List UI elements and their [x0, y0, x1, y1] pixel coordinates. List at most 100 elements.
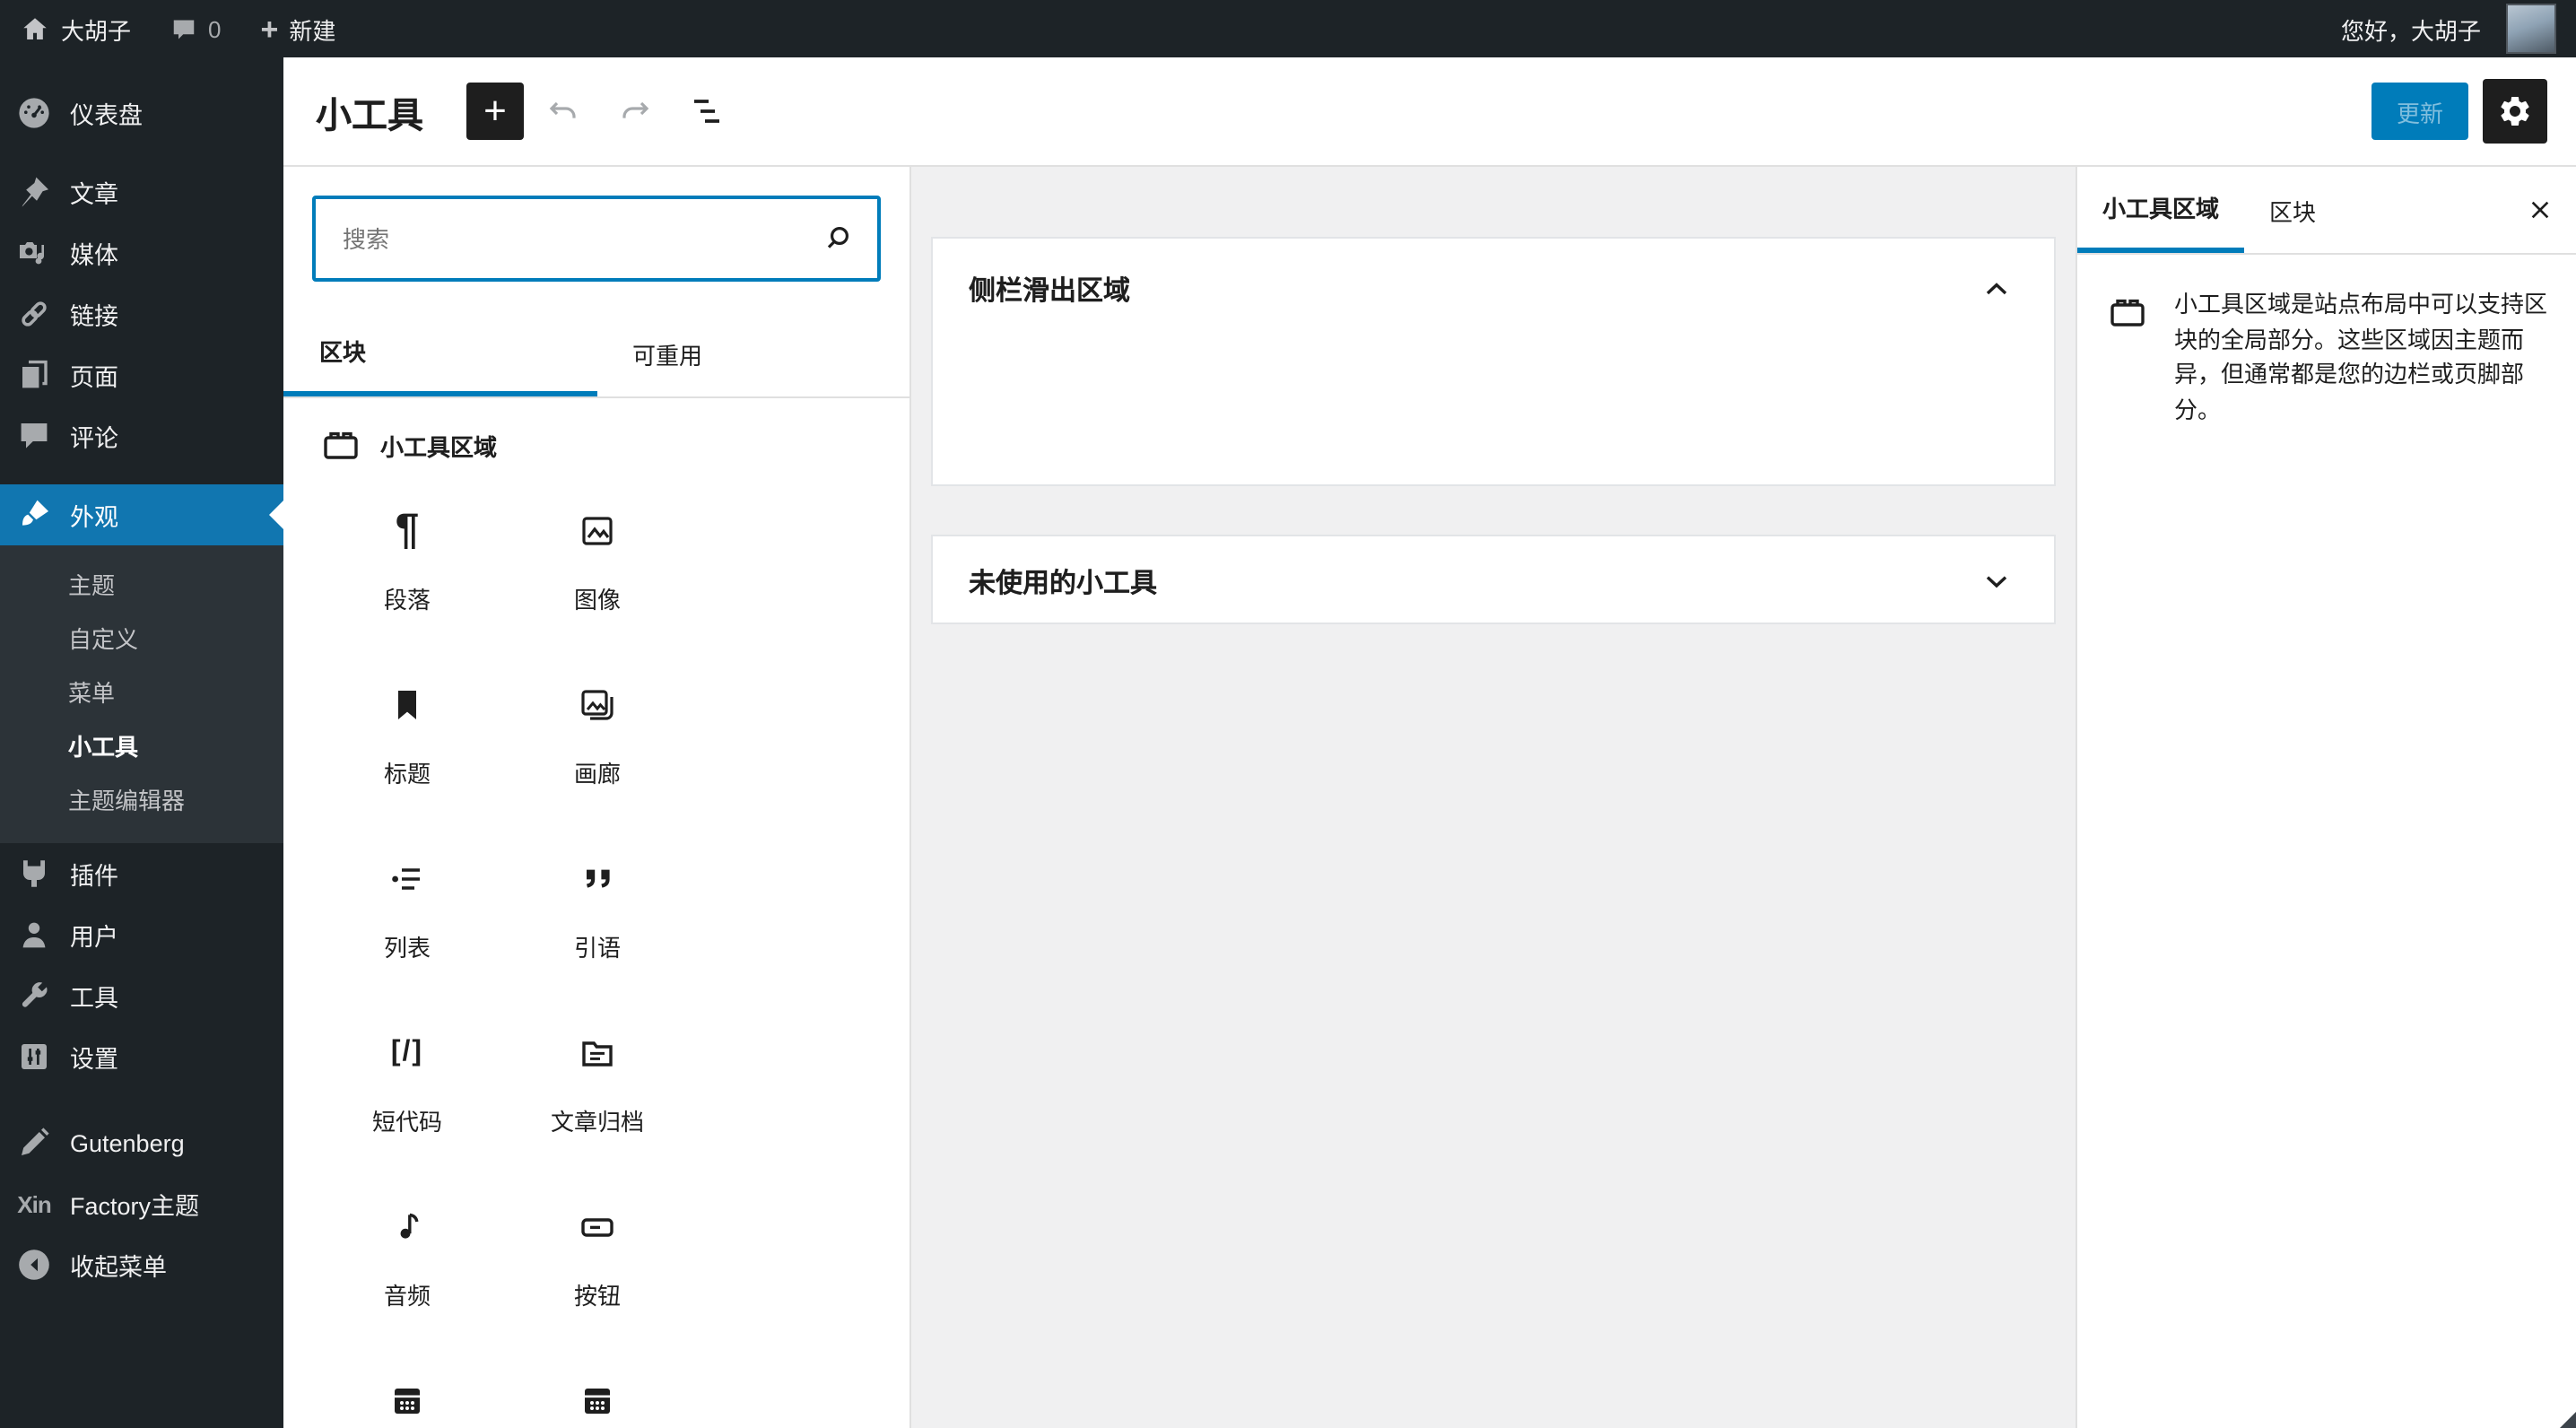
widget-area-header[interactable]: 未使用的小工具: [933, 536, 2054, 626]
greeting-text: 您好，大胡子: [2340, 17, 2481, 44]
settings-sidebar: 小工具区域 区块 小工具区域是站点布局中可以支持区块的全局部分。这些区域因主题而…: [2076, 167, 2576, 1428]
comment-bubble-icon: [170, 15, 197, 42]
plus-icon: +: [260, 12, 279, 46]
sidebar-item-xin-factory-theme[interactable]: Xin Factory主题: [0, 1173, 283, 1234]
admin-bar: 大胡子 0 + 新建 您好，大胡子: [0, 0, 2576, 57]
search-input[interactable]: [312, 196, 881, 282]
tab-widget-areas[interactable]: 小工具区域: [2077, 167, 2245, 253]
xin-icon: Xin: [17, 1190, 51, 1217]
admin-bar-site[interactable]: 大胡子: [0, 0, 151, 57]
block-item-label: 文章归档: [550, 1109, 644, 1136]
block-item-按钮[interactable]: 按钮: [502, 1173, 692, 1347]
sidebar-item-settings[interactable]: 设置: [0, 1026, 283, 1087]
sidebar-item-plugins[interactable]: 插件: [0, 843, 283, 904]
add-block-button[interactable]: +: [466, 83, 524, 140]
submenu-item-小工具[interactable]: 小工具: [0, 721, 283, 775]
block-item-音频[interactable]: 音频: [312, 1173, 502, 1347]
inserter-section-title: 小工具区域: [380, 433, 498, 460]
sidebar-item-dashboard[interactable]: 仪表盘: [0, 83, 283, 144]
settings-body: 小工具区域是站点布局中可以支持区块的全局部分。这些区域因主题而异，但通常都是您的…: [2077, 255, 2576, 459]
sidebar-item-media[interactable]: 媒体: [0, 222, 283, 283]
widget-area-title: 侧栏滑出区域: [969, 275, 1131, 306]
sidebar-item-comments[interactable]: 评论: [0, 405, 283, 466]
undo-button[interactable]: [531, 79, 596, 144]
list-view-button[interactable]: [674, 79, 739, 144]
appearance-submenu: 主题 自定义 菜单 小工具 主题编辑器: [0, 545, 283, 843]
sidebar-item-gutenberg[interactable]: Gutenberg: [0, 1112, 283, 1173]
sidebar-item-label: 仪表盘: [70, 102, 143, 129]
widget-area-description: 小工具区域是站点布局中可以支持区块的全局部分。这些区域因主题而异，但通常都是您的…: [2174, 291, 2548, 422]
inserter-section-header: 小工具区域: [283, 398, 909, 477]
settings-toggle-button[interactable]: [2483, 79, 2547, 144]
widget-area-card: 侧栏滑出区域: [931, 237, 2056, 486]
calendar-icon: [386, 1380, 429, 1423]
submenu-item-菜单[interactable]: 菜单: [0, 667, 283, 721]
button-icon: [576, 1206, 619, 1249]
widget-area-icon: [2106, 291, 2149, 334]
sidebar-item-appearance[interactable]: 外观: [0, 484, 283, 545]
admin-bar-comments[interactable]: 0: [151, 0, 240, 57]
close-sidebar-button[interactable]: [2504, 167, 2576, 253]
block-item-文章归档[interactable]: 文章归档: [502, 999, 692, 1173]
widget-area-title: 未使用的小工具: [969, 568, 1158, 598]
sidebar-item-posts[interactable]: 文章: [0, 161, 283, 222]
sidebar-item-label: 页面: [70, 364, 118, 391]
block-item-label: 按钮: [573, 1283, 621, 1310]
paragraph-icon: ¶: [395, 506, 420, 554]
block-item-段落[interactable]: ¶ 段落: [312, 477, 502, 651]
menu-gap: [0, 144, 283, 161]
sidebar-item-label: Gutenberg: [70, 1129, 185, 1156]
home-icon: [20, 13, 50, 44]
search-icon: [816, 217, 859, 260]
sidebar-item-pages[interactable]: 页面: [0, 344, 283, 405]
pages-icon: [16, 357, 52, 393]
sidebar-item-label: 工具: [70, 985, 118, 1012]
appearance-icon: [16, 497, 52, 533]
sidebar-item-label: 外观: [70, 504, 118, 531]
sidebar-item-collapse-menu[interactable]: 收起菜单: [0, 1234, 283, 1295]
update-button[interactable]: 更新: [2371, 83, 2468, 140]
submenu-item-主题编辑器[interactable]: 主题编辑器: [0, 775, 283, 829]
redo-button[interactable]: [603, 79, 667, 144]
sidebar-item-tools[interactable]: 工具: [0, 965, 283, 1026]
admin-bar-new[interactable]: + 新建: [241, 0, 356, 57]
undo-icon: [542, 90, 585, 133]
media-icon: [16, 235, 52, 271]
block-item-引语[interactable]: 引语: [502, 825, 692, 999]
block-item-标题[interactable]: 标题: [312, 651, 502, 825]
collapse-icon: [16, 1247, 52, 1283]
sidebar-item-label: 文章: [70, 181, 118, 208]
quote-icon: [576, 858, 619, 901]
tab-reusable[interactable]: 可重用: [596, 310, 909, 396]
block-item-短代码[interactable]: [/] 短代码: [312, 999, 502, 1173]
pencil-icon: [16, 1125, 52, 1161]
admin-bar-account[interactable]: 您好，大胡子: [2321, 0, 2576, 57]
block-item-列表[interactable]: 列表: [312, 825, 502, 999]
list-view-icon: [685, 90, 728, 133]
block-item-画廊[interactable]: 画廊: [502, 651, 692, 825]
block-item-label: 标题: [383, 761, 431, 788]
widget-area-card: 未使用的小工具: [931, 535, 2056, 624]
pin-icon: [16, 174, 52, 210]
tab-blocks[interactable]: 区块: [283, 310, 596, 396]
widget-area-header[interactable]: 侧栏滑出区域: [933, 239, 2054, 339]
wordpress-widgets-screen: 大胡子 0 + 新建 您好，大胡子 仪表盘文章媒体链接页面评论外观主题 自定义 菜单…: [0, 0, 2576, 1428]
block-item-label: 画廊: [573, 761, 621, 788]
block-item-label: 音频: [383, 1283, 431, 1310]
sidebar-item-links[interactable]: 链接: [0, 283, 283, 344]
sidebar-item-label: 媒体: [70, 242, 118, 269]
dashboard-icon: [16, 95, 52, 131]
submenu-item-主题[interactable]: 主题: [0, 560, 283, 614]
editor-header: 小工具 + 更新: [283, 57, 2576, 167]
shortcode-icon: [/]: [390, 1037, 424, 1067]
submenu-item-自定义[interactable]: 自定义: [0, 614, 283, 667]
redo-icon: [614, 90, 657, 133]
sidebar-item-users[interactable]: 用户: [0, 904, 283, 965]
sidebar-item-label: 链接: [70, 303, 118, 330]
tab-block[interactable]: 区块: [2244, 167, 2341, 253]
avatar: [2506, 4, 2556, 54]
block-item-图像[interactable]: 图像: [502, 477, 692, 651]
tools-icon: [16, 978, 52, 1014]
block-item-日历[interactable]: 日历: [312, 1347, 502, 1428]
block-item-分类目录[interactable]: 分类目录: [502, 1347, 692, 1428]
